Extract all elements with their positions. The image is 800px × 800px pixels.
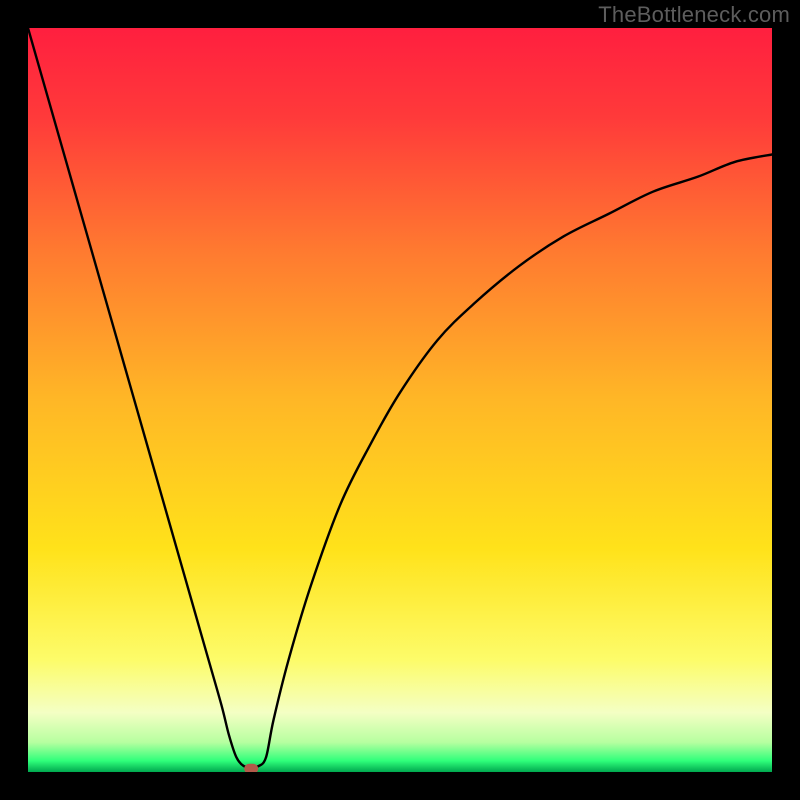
watermark-text: TheBottleneck.com <box>598 2 790 28</box>
chart-frame: TheBottleneck.com <box>0 0 800 800</box>
bottleneck-curve <box>28 28 772 772</box>
plot-area <box>28 28 772 772</box>
optimal-marker <box>244 764 258 772</box>
